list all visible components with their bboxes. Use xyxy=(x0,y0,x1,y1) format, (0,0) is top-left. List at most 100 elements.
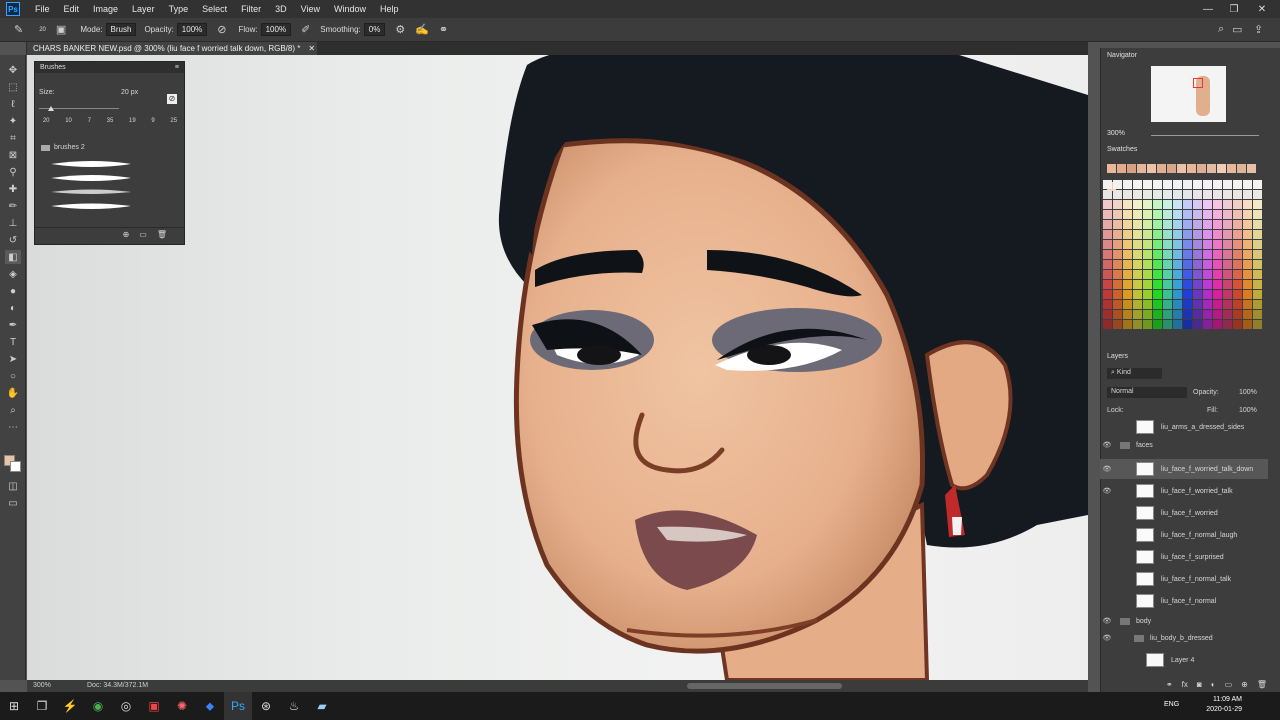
swatch[interactable] xyxy=(1163,320,1172,329)
swatch[interactable] xyxy=(1143,260,1152,269)
navigator-zoom-slider[interactable] xyxy=(1151,135,1259,136)
frame-tool-icon[interactable]: ⊠ xyxy=(5,148,21,162)
swatch[interactable] xyxy=(1193,300,1202,309)
app-icon[interactable]: ◎ xyxy=(112,692,140,720)
trash-icon[interactable]: 🗑 xyxy=(1257,680,1267,690)
flow-input[interactable]: 100% xyxy=(260,23,292,36)
swatches-grid[interactable] xyxy=(1103,180,1263,332)
swatch[interactable] xyxy=(1223,240,1232,249)
swatch[interactable] xyxy=(1133,250,1142,259)
swatch[interactable] xyxy=(1243,180,1252,189)
swatch[interactable] xyxy=(1243,190,1252,199)
swatch[interactable] xyxy=(1253,300,1262,309)
mode-select[interactable]: Brush xyxy=(105,23,137,36)
swatch[interactable] xyxy=(1197,164,1206,173)
swatch[interactable] xyxy=(1253,290,1262,299)
layer-row[interactable]: liu_face_f_surprised xyxy=(1100,547,1268,567)
menu-window[interactable]: Window xyxy=(327,4,373,14)
swatch[interactable] xyxy=(1203,290,1212,299)
layer-group-row[interactable]: 👁 faces xyxy=(1100,437,1268,453)
swatch[interactable] xyxy=(1233,180,1242,189)
swatch[interactable] xyxy=(1183,200,1192,209)
swatch[interactable] xyxy=(1103,300,1112,309)
swatch[interactable] xyxy=(1243,200,1252,209)
share-icon[interactable]: ⇪ xyxy=(1254,23,1263,36)
swatch[interactable] xyxy=(1143,270,1152,279)
swatch[interactable] xyxy=(1163,240,1172,249)
menu-3d[interactable]: 3D xyxy=(268,4,294,14)
swatch[interactable] xyxy=(1213,280,1222,289)
layer-group-row[interactable]: 👁 body xyxy=(1100,613,1268,629)
swatch[interactable] xyxy=(1153,320,1162,329)
swatch[interactable] xyxy=(1133,240,1142,249)
swatch[interactable] xyxy=(1157,164,1166,173)
swatch[interactable] xyxy=(1163,280,1172,289)
swatch[interactable] xyxy=(1183,310,1192,319)
swatch[interactable] xyxy=(1253,190,1262,199)
quick-mask-icon[interactable]: ◫ xyxy=(5,479,21,493)
swatch[interactable] xyxy=(1223,300,1232,309)
swatch[interactable] xyxy=(1163,300,1172,309)
swatch[interactable] xyxy=(1163,200,1172,209)
menu-filter[interactable]: Filter xyxy=(234,4,268,14)
swatch[interactable] xyxy=(1123,290,1132,299)
swatch[interactable] xyxy=(1163,270,1172,279)
swatch[interactable] xyxy=(1243,310,1252,319)
swatch[interactable] xyxy=(1113,240,1122,249)
magic-wand-icon[interactable]: ✦ xyxy=(5,114,21,128)
app-icon[interactable]: ▣ xyxy=(140,692,168,720)
navigator-thumbnail[interactable] xyxy=(1151,66,1226,122)
swatch[interactable] xyxy=(1137,164,1146,173)
eraser-tool-icon[interactable]: ◧ xyxy=(5,250,21,264)
symmetry-icon[interactable]: ⚭ xyxy=(439,23,448,36)
swatch[interactable] xyxy=(1193,200,1202,209)
layer-group-row[interactable]: 👁 liu_body_b_dressed xyxy=(1100,630,1268,646)
layer-mask-icon[interactable]: ◙ xyxy=(1197,680,1202,690)
toggle-brush-settings-icon[interactable]: ⊘ xyxy=(167,94,177,104)
layer-row[interactable]: Layer 4 xyxy=(1100,650,1268,670)
smoothing-input[interactable]: 0% xyxy=(363,23,386,36)
layer-row[interactable]: 👁 liu_face_f_worried_talk_down xyxy=(1100,459,1268,479)
swatch[interactable] xyxy=(1113,200,1122,209)
swatch[interactable] xyxy=(1223,200,1232,209)
app-icon[interactable]: ⚡ xyxy=(56,692,84,720)
swatch[interactable] xyxy=(1243,280,1252,289)
trash-icon[interactable]: 🗑 xyxy=(157,230,167,239)
swatch[interactable] xyxy=(1103,320,1112,329)
swatch[interactable] xyxy=(1133,200,1142,209)
brush-preset[interactable]: 10 xyxy=(65,118,72,136)
swatch[interactable] xyxy=(1143,210,1152,219)
swatch[interactable] xyxy=(1123,310,1132,319)
swatch[interactable] xyxy=(1143,240,1152,249)
swatch[interactable] xyxy=(1193,190,1202,199)
swatch[interactable] xyxy=(1143,180,1152,189)
swatch[interactable] xyxy=(1183,240,1192,249)
swatch[interactable] xyxy=(1183,210,1192,219)
swatch[interactable] xyxy=(1153,230,1162,239)
swatch[interactable] xyxy=(1223,260,1232,269)
swatch[interactable] xyxy=(1133,310,1142,319)
swatch[interactable] xyxy=(1193,280,1202,289)
swatch[interactable] xyxy=(1113,270,1122,279)
swatch[interactable] xyxy=(1253,210,1262,219)
new-group-icon[interactable]: ▭ xyxy=(1225,680,1233,690)
swatch[interactable] xyxy=(1133,190,1142,199)
swatch[interactable] xyxy=(1253,310,1262,319)
swatch[interactable] xyxy=(1163,210,1172,219)
workspace-icon[interactable]: ▭ xyxy=(1232,23,1242,36)
navigator-view-box[interactable] xyxy=(1193,78,1203,88)
swatch[interactable] xyxy=(1107,164,1116,173)
swatch[interactable] xyxy=(1193,220,1202,229)
adjustment-layer-icon[interactable]: ◐ xyxy=(1211,680,1216,690)
swatch[interactable] xyxy=(1143,320,1152,329)
swatch[interactable] xyxy=(1123,250,1132,259)
visibility-eye-icon[interactable]: 👁 xyxy=(1100,487,1114,495)
swatch[interactable] xyxy=(1253,220,1262,229)
swatch[interactable] xyxy=(1133,290,1142,299)
visibility-eye-icon[interactable]: 👁 xyxy=(1100,441,1114,449)
size-slider-handle[interactable] xyxy=(48,106,54,111)
swatch[interactable] xyxy=(1183,300,1192,309)
swatch[interactable] xyxy=(1173,320,1182,329)
swatch[interactable] xyxy=(1213,210,1222,219)
swatch[interactable] xyxy=(1163,260,1172,269)
